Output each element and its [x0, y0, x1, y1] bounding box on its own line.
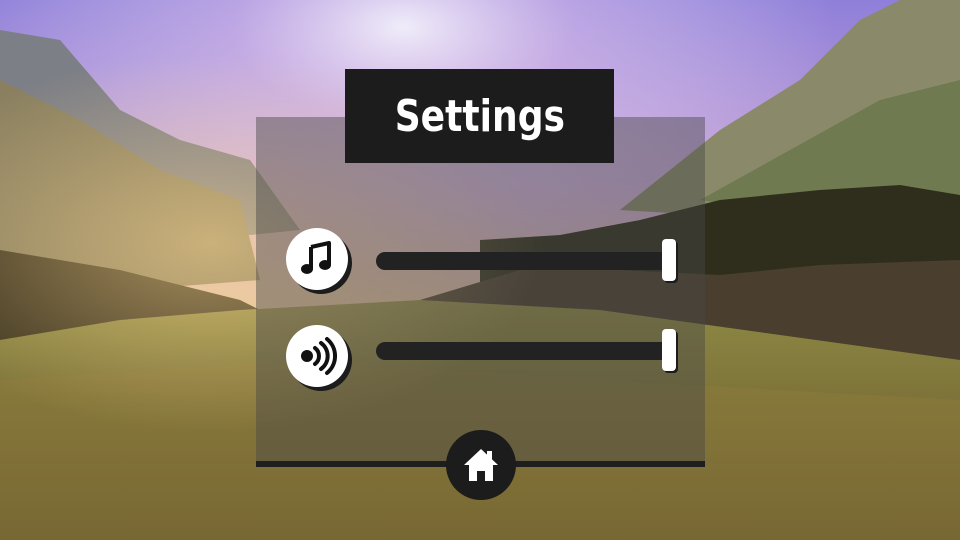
title-banner: Settings [345, 69, 614, 163]
music-toggle-button[interactable] [286, 228, 348, 290]
speaker-icon [301, 337, 337, 375]
home-icon [464, 449, 498, 481]
sound-slider-handle[interactable] [662, 329, 676, 371]
music-volume-slider[interactable] [376, 252, 676, 270]
settings-panel [256, 117, 705, 467]
sound-toggle-button[interactable] [286, 325, 348, 387]
music-slider-handle[interactable] [662, 239, 676, 281]
music-note-icon [301, 241, 331, 274]
home-button[interactable] [446, 430, 516, 500]
page-title: Settings [394, 90, 565, 142]
sound-volume-slider[interactable] [376, 342, 676, 360]
